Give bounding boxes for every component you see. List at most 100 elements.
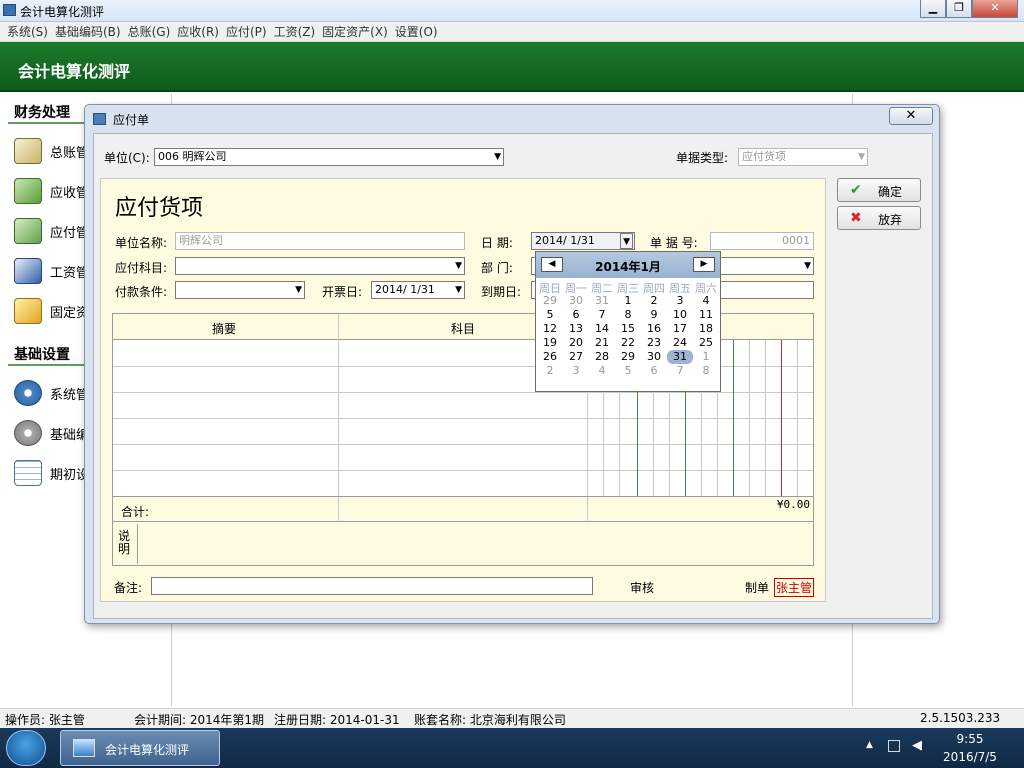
calendar-day[interactable]: 2 [537,364,563,378]
calendar-day[interactable]: 30 [641,350,667,364]
maker-label: 制单 [745,581,770,595]
calendar-day[interactable]: 16 [641,322,667,336]
asset-icon [14,298,42,324]
total-row [113,496,813,522]
calendar-day[interactable]: 15 [615,322,641,336]
menu-payable[interactable]: 应付(P) [226,22,267,42]
calendar-day[interactable]: 14 [589,322,615,336]
calendar-day[interactable]: 23 [641,336,667,350]
calendar-day[interactable]: 11 [693,308,719,322]
app-icon [3,4,16,16]
finance-section-title: 财务处理 [14,105,70,121]
ok-button[interactable]: ✔ 确定 [837,178,921,202]
calendar-day[interactable]: 1 [693,350,719,364]
calendar-day[interactable]: 30 [563,294,589,308]
col-subject-header: 科目 [451,322,476,336]
calendar-day[interactable]: 8 [693,364,719,378]
menu-receivable[interactable]: 应收(R) [177,22,219,42]
date-picker-field[interactable]: 2014/ 1/31 ▼ [531,232,635,250]
chevron-down-icon: ▼ [804,261,811,271]
status-version: 2.5.1503.233 [920,711,1001,725]
column-divider [338,497,339,522]
calendar-day[interactable]: 3 [563,364,589,378]
amount-digit-line [765,340,766,496]
checkmark-icon: ✔ [850,182,862,198]
invoice-date-field[interactable]: 2014/ 1/31 ▼ [371,281,465,299]
calendar-day[interactable]: 22 [615,336,641,350]
windows-start-icon[interactable] [6,730,46,766]
calendar-day[interactable]: 3 [667,294,693,308]
chevron-down-icon: ▼ [858,152,865,162]
dialog-title: 应付单 [113,113,150,127]
status-reg-date: 注册日期: 2014-01-31 [274,713,400,727]
tray-arrow-icon[interactable]: ▲ [866,740,873,750]
doc-type-combobox[interactable]: 应付货项 ▼ [738,148,868,166]
menu-payroll[interactable]: 工资(Z) [274,22,316,42]
menu-base-code[interactable]: 基础编码(B) [55,22,121,42]
calendar-day[interactable]: 4 [693,294,719,308]
calendar-day[interactable]: 29 [537,294,563,308]
date-value: 2014/ 1/31 [535,234,595,247]
calendar-day-grid: 29 30 31 1 2 3 4 5 6 7 8 9 10 11 12 13 14 15 16 17 18 19 20 21 2… [536,252,720,392]
menu-fixed-assets[interactable]: 固定资产(X) [322,22,388,42]
calendar-day[interactable]: 21 [589,336,615,350]
calendar-day[interactable]: 9 [641,308,667,322]
calendar-day[interactable]: 10 [667,308,693,322]
payroll-icon [14,258,42,284]
unit-name-field[interactable]: 明辉公司 [175,232,465,250]
clock-date: 2016/7/5 [943,750,997,764]
calendar-day[interactable]: 20 [563,336,589,350]
amount-digit-line [733,340,734,496]
calendar-day[interactable]: 26 [537,350,563,364]
calendar-day[interactable]: 8 [615,308,641,322]
unit-combobox[interactable]: 006 明辉公司 ▼ [154,148,504,166]
cancel-button[interactable]: ✖ 放弃 [837,206,921,230]
calendar-day[interactable]: 1 [615,294,641,308]
network-icon[interactable] [888,740,900,752]
calendar-day[interactable]: 5 [537,308,563,322]
calendar-day[interactable]: 28 [589,350,615,364]
unit-value: 006 明辉公司 [158,150,227,163]
minimize-button[interactable]: ▁ [920,0,946,18]
remark-field[interactable] [151,577,593,595]
calendar-day[interactable]: 31 [667,350,693,364]
calendar-day[interactable]: 7 [589,308,615,322]
calendar-day[interactable]: 27 [563,350,589,364]
calendar-day[interactable]: 17 [667,322,693,336]
calendar-day[interactable]: 6 [641,364,667,378]
calendar-day[interactable]: 4 [589,364,615,378]
calendar-day[interactable]: 24 [667,336,693,350]
calendar-day[interactable]: 12 [537,322,563,336]
chevron-down-icon[interactable]: ▼ [620,233,633,249]
clock-time: 9:55 [956,732,984,746]
amount-digit-line [797,340,798,496]
account-label: 应付科目: [115,261,168,275]
taskbar-app-button[interactable]: 会计电算化测评 [60,730,220,766]
calendar-day[interactable]: 25 [693,336,719,350]
terms-combobox[interactable]: ▼ [175,281,305,299]
volume-icon[interactable]: ◀ [912,738,922,753]
calendar-day[interactable]: 18 [693,322,719,336]
banner: 会计电算化测评 [0,42,1024,92]
menu-general-ledger[interactable]: 总账(G) [128,22,171,42]
unit-name-label: 单位名称: [115,236,168,250]
calendar-day[interactable]: 6 [563,308,589,322]
menu-bar: 系统(S) 基础编码(B) 总账(G) 应收(R) 应付(P) 工资(Z) 固定资产(X) 设… [0,22,1024,42]
cross-icon: ✖ [850,210,862,226]
close-button[interactable]: ✕ [972,0,1018,18]
calendar-day[interactable]: 13 [563,322,589,336]
doc-no-field[interactable]: 0001 [710,232,814,250]
calendar-day[interactable]: 29 [615,350,641,364]
dialog-close-button[interactable]: ✕ [889,107,933,125]
calendar-day[interactable]: 2 [641,294,667,308]
calendar-day[interactable]: 19 [537,336,563,350]
menu-system[interactable]: 系统(S) [7,22,48,42]
calendar-day[interactable]: 5 [615,364,641,378]
clock[interactable]: 9:55 2016/7/5 [930,732,1010,764]
menu-settings[interactable]: 设置(O) [395,22,438,42]
calendar-day[interactable]: 7 [667,364,693,378]
calendar-day[interactable]: 31 [589,294,615,308]
account-combobox[interactable]: ▼ [175,257,465,275]
maximize-button[interactable]: ❐ [946,0,972,18]
review-label: 审核 [630,581,655,595]
